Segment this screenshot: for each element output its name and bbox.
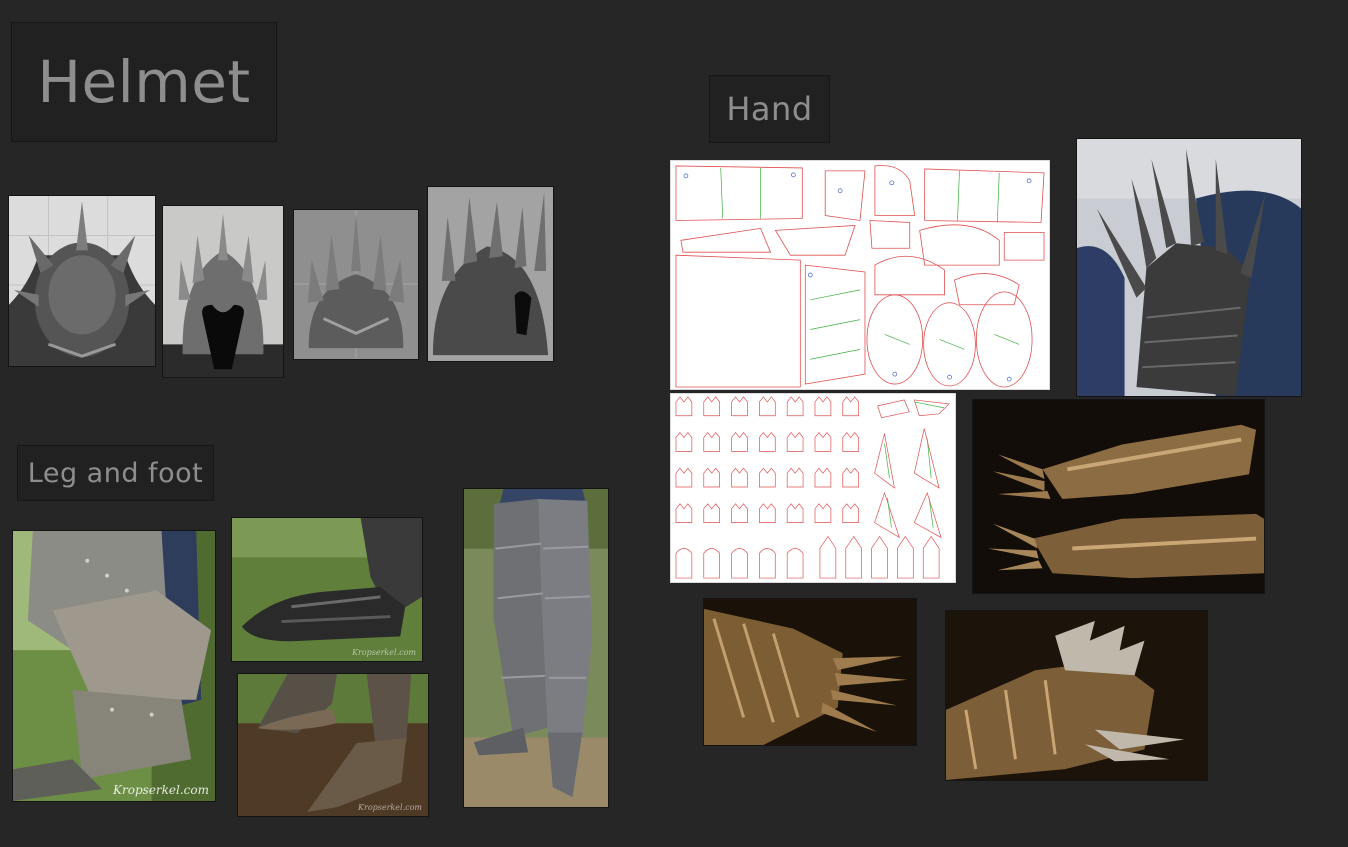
hand-section-title: Hand (709, 75, 830, 143)
watermark-text: Kropserkel.com (358, 803, 422, 812)
knee-armor-photo[interactable]: Kropserkel.com (12, 530, 216, 802)
gauntlet-closeup-2[interactable] (945, 610, 1208, 781)
gauntlet-worn-photo[interactable] (1076, 138, 1302, 397)
gauntlet-closeup-1[interactable] (703, 598, 917, 746)
helmet-side-view-photo[interactable] (427, 186, 554, 362)
sabaton-dirt-photo[interactable]: Kropserkel.com (237, 673, 429, 817)
helmet-front-view-photo[interactable] (162, 205, 284, 378)
watermark-text: Kropserkel.com (113, 783, 209, 797)
gauntlet-pattern-sheet-1[interactable] (670, 160, 1050, 390)
leg-section-title: Leg and foot (17, 445, 214, 501)
helmet-top-view-photo[interactable] (8, 195, 156, 367)
gauntlet-pattern-sheet-2[interactable] (670, 393, 956, 583)
leg-armor-full-photo[interactable] (463, 488, 609, 808)
sabaton-grass-photo[interactable]: Kropserkel.com (231, 517, 423, 662)
watermark-text: Kropserkel.com (352, 648, 416, 657)
helmet-section-title: Helmet (11, 22, 277, 142)
gauntlets-pair-photo[interactable] (972, 399, 1265, 594)
helmet-back-view-photo[interactable] (293, 209, 419, 360)
